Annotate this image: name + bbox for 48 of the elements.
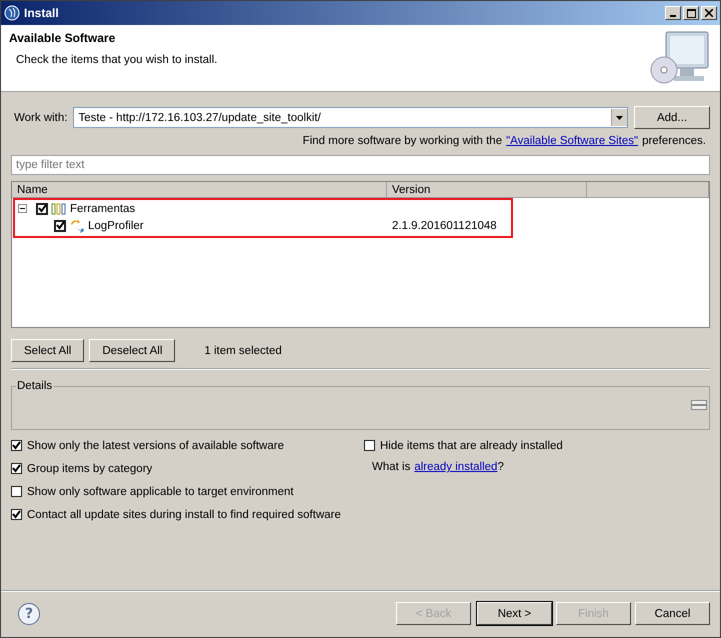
- add-button[interactable]: Add...: [634, 106, 710, 129]
- dropdown-arrow-icon: [616, 116, 623, 120]
- option-label: Show only the latest versions of available software: [27, 440, 284, 452]
- checkbox[interactable]: [11, 440, 22, 451]
- column-header[interactable]: Version: [387, 182, 587, 198]
- close-button[interactable]: [701, 6, 717, 20]
- checkbox[interactable]: [54, 220, 66, 232]
- version-text: 2.1.9.201601121048: [391, 220, 497, 232]
- checkbox[interactable]: [11, 486, 22, 497]
- wizard-button[interactable]: Cancel: [635, 602, 710, 625]
- tree-item-name[interactable]: Ferramentas: [70, 202, 136, 214]
- details-legend: Details: [16, 380, 54, 392]
- work-with-label: Work with:: [13, 112, 68, 124]
- category-icon: [51, 202, 67, 214]
- selection-button[interactable]: Deselect All: [89, 339, 176, 362]
- find-more-text: Find more software by working with the: [302, 135, 502, 147]
- globe-icon: [4, 5, 20, 21]
- checkbox[interactable]: [11, 509, 22, 520]
- already-installed-link[interactable]: already installed: [414, 461, 498, 473]
- column-header[interactable]: Name: [12, 182, 387, 198]
- checkbox[interactable]: [36, 202, 48, 214]
- checkbox[interactable]: [11, 463, 22, 474]
- minimize-button[interactable]: [665, 6, 681, 20]
- help-button[interactable]: ?: [18, 602, 40, 624]
- wizard-button[interactable]: Next >: [477, 602, 552, 625]
- option-label: Group items by category: [27, 462, 152, 474]
- tree-item-name[interactable]: LogProfiler: [88, 220, 144, 232]
- sash-handle-icon[interactable]: [691, 400, 707, 410]
- feature-plugin-icon: [69, 218, 85, 234]
- page-title: Available Software: [9, 31, 116, 45]
- checkbox[interactable]: [364, 440, 375, 451]
- close-icon: [705, 9, 713, 17]
- maximize-button[interactable]: [683, 6, 699, 20]
- window-title: Install: [24, 6, 60, 20]
- page-description: Check the items that you wish to install.: [15, 54, 218, 66]
- maximize-icon: [686, 8, 696, 18]
- selection-status: 1 item selected: [204, 344, 282, 356]
- work-with-combo[interactable]: Teste - http://172.16.103.27/update_site_toolkit/: [73, 107, 628, 128]
- collapse-toggle-icon[interactable]: [18, 204, 27, 213]
- selection-button[interactable]: Select All: [11, 339, 84, 362]
- question-mark-text: ?: [497, 461, 504, 473]
- option-label: Hide items that are already installed: [380, 440, 563, 452]
- filter-field[interactable]: type filter text: [11, 155, 710, 175]
- preferences-text: preferences.: [642, 135, 706, 147]
- available-sites-link[interactable]: "Available Software Sites": [506, 135, 638, 147]
- option-label: Show only software applicable to target environment: [27, 486, 294, 498]
- what-is-text: What is: [372, 461, 410, 473]
- option-label: Contact all update sites during install to find required software: [27, 508, 341, 520]
